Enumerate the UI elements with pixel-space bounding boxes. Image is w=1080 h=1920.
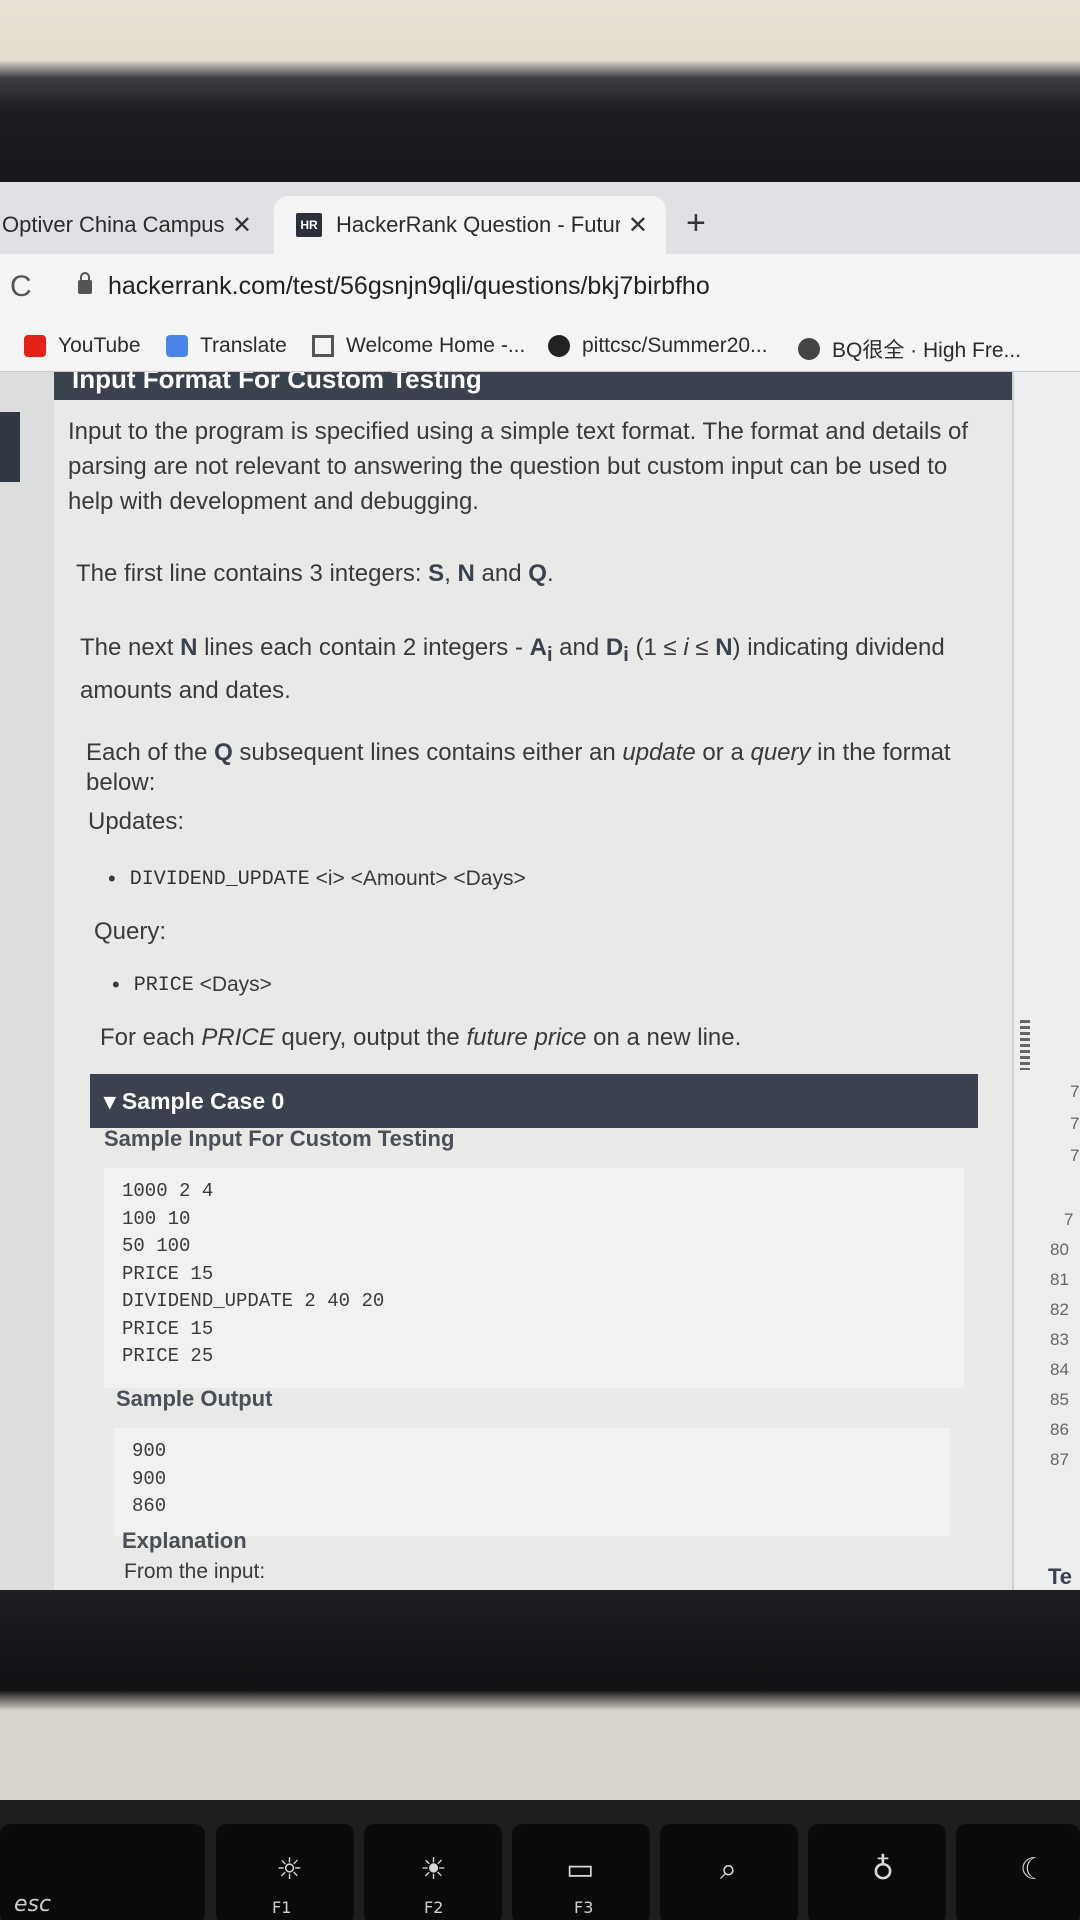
browser-tab-strip: Optiver China Campus O ✕ HR HackerRank Q… bbox=[0, 182, 1080, 254]
moon-icon: ☾ bbox=[1020, 1852, 1047, 1887]
next-lines-paragraph: The next N lines each contain 2 integers… bbox=[80, 634, 945, 704]
tab-optiver[interactable]: Optiver China Campus O ✕ bbox=[0, 196, 270, 254]
tab-label: Optiver China Campus O bbox=[2, 212, 224, 237]
line-number: 82 bbox=[1050, 1300, 1069, 1319]
f3-key-label: F3 bbox=[574, 1898, 594, 1917]
microphone-icon: ♁ bbox=[872, 1852, 894, 1887]
sample-output-title: Sample Output bbox=[116, 1386, 273, 1411]
bookmark-label: BQ很全 · High Fre... bbox=[832, 339, 1022, 362]
test-panel-label[interactable]: Te bbox=[1048, 1564, 1072, 1590]
f2-key-label: F2 bbox=[424, 1898, 444, 1917]
query-args: <Days> bbox=[199, 973, 272, 996]
code-line: PRICE 15 bbox=[122, 1262, 214, 1285]
new-tab-button[interactable]: + bbox=[686, 204, 706, 243]
bookmark-label: Welcome Home -... bbox=[346, 334, 526, 357]
monitor-top-bezel bbox=[0, 0, 1080, 182]
query-format-item: PRICE <Days> bbox=[112, 972, 272, 998]
input-format-section-header[interactable]: Input Format For Custom Testing bbox=[54, 372, 1016, 400]
left-panel-edge bbox=[0, 372, 54, 1590]
github-icon bbox=[548, 335, 570, 357]
explanation-title: Explanation bbox=[122, 1528, 247, 1553]
line-number: 7 bbox=[1070, 1114, 1080, 1133]
code-line: PRICE 25 bbox=[122, 1345, 214, 1367]
bookmark-welcome-home[interactable]: Welcome Home -... bbox=[312, 334, 525, 358]
brightness-down-icon: ☼ bbox=[276, 1852, 303, 1887]
laptop-body bbox=[0, 1710, 1080, 1800]
updates-label: Updates: bbox=[88, 808, 185, 835]
code-line: PRICE 15 bbox=[122, 1317, 214, 1340]
left-panel-tab[interactable] bbox=[0, 412, 20, 482]
f1-key-label: F1 bbox=[272, 1898, 292, 1917]
line-number: 7 bbox=[1070, 1146, 1080, 1165]
bookmark-label: Translate bbox=[200, 334, 287, 357]
bookmarks-bar: YouTube Translate Welcome Home -... pitt… bbox=[0, 326, 1080, 372]
globe-icon bbox=[798, 338, 820, 360]
line-number: 85 bbox=[1050, 1390, 1069, 1409]
line-number: 7 bbox=[1070, 1082, 1080, 1101]
output-instruction-paragraph: For each PRICE query, output the future … bbox=[100, 1024, 742, 1051]
translate-icon bbox=[166, 335, 188, 357]
bookmark-youtube[interactable]: YouTube bbox=[24, 334, 141, 358]
problem-content: Input Format For Custom Testing Input to… bbox=[0, 372, 1080, 1590]
esc-key-label: esc bbox=[14, 1892, 52, 1917]
f6-key[interactable] bbox=[956, 1824, 1080, 1920]
reload-icon[interactable]: C bbox=[10, 270, 32, 304]
line-number: 81 bbox=[1050, 1270, 1069, 1289]
sample-input-title: Sample Input For Custom Testing bbox=[104, 1126, 455, 1151]
query-label: Query: bbox=[94, 918, 167, 945]
youtube-icon bbox=[24, 335, 46, 357]
query-command: PRICE bbox=[133, 973, 194, 997]
tab-label: HackerRank Question - Future bbox=[336, 212, 620, 237]
code-line: 100 10 bbox=[122, 1207, 191, 1230]
code-line: 900 bbox=[132, 1440, 167, 1462]
brightness-up-icon: ☀ bbox=[420, 1852, 447, 1887]
bookmark-label: pittcsc/Summer20... bbox=[582, 334, 768, 357]
bookmark-bq[interactable]: BQ很全 · High Fre... bbox=[798, 334, 1021, 364]
line-number: 80 bbox=[1050, 1240, 1069, 1259]
close-icon[interactable]: ✕ bbox=[232, 211, 252, 240]
update-command: DIVIDEND_UPDATE bbox=[129, 867, 310, 891]
close-icon[interactable]: ✕ bbox=[628, 211, 648, 240]
address-bar: C hackerrank.com/test/56gsnjn9qli/questi… bbox=[0, 254, 1080, 326]
first-line-paragraph: The first line contains 3 integers: S, N… bbox=[76, 560, 554, 587]
code-line: 900 bbox=[132, 1467, 167, 1490]
update-args: <i> <Amount> <Days> bbox=[315, 867, 526, 890]
bookmark-pittcsc[interactable]: pittcsc/Summer20... bbox=[548, 334, 768, 358]
code-line: 1000 2 4 bbox=[122, 1180, 214, 1202]
section-title: Input Format For Custom Testing bbox=[72, 372, 482, 394]
url-field[interactable]: hackerrank.com/test/56gsnjn9qli/question… bbox=[108, 272, 710, 301]
search-icon: ⌕ bbox=[720, 1852, 737, 1887]
code-editor-panel-edge bbox=[1012, 372, 1080, 1590]
code-line: 860 bbox=[132, 1495, 167, 1517]
arrow-logo-icon bbox=[312, 335, 334, 357]
line-number: 84 bbox=[1050, 1360, 1069, 1379]
monitor-bottom-bezel bbox=[0, 1590, 1080, 1710]
bookmark-label: YouTube bbox=[58, 334, 141, 357]
input-format-paragraph: Input to the program is specified using … bbox=[68, 418, 969, 515]
keyboard-row: esc ☼ F1 ☀ F2 ▭ F3 ⌕ ♁ ☾ bbox=[0, 1800, 1080, 1920]
queries-paragraph: Each of the Q subsequent lines contains … bbox=[86, 739, 951, 796]
sample-case-0-header[interactable]: ▾ Sample Case 0 bbox=[90, 1074, 978, 1128]
line-number: 87 bbox=[1050, 1450, 1069, 1469]
line-number: 7 bbox=[1064, 1210, 1074, 1229]
bookmark-translate[interactable]: Translate bbox=[166, 334, 287, 358]
hackerrank-favicon-icon: HR bbox=[296, 213, 322, 237]
lock-icon[interactable] bbox=[78, 272, 92, 294]
explanation-text: From the input: bbox=[124, 1560, 266, 1583]
line-number: 86 bbox=[1050, 1420, 1069, 1439]
sample-output-block: 900 900 860 bbox=[114, 1428, 950, 1536]
code-line: 50 100 bbox=[122, 1235, 191, 1257]
line-number: 83 bbox=[1050, 1330, 1069, 1349]
tab-hackerrank[interactable]: HR HackerRank Question - Future ✕ bbox=[274, 196, 666, 254]
mission-control-icon: ▭ bbox=[566, 1852, 595, 1887]
update-format-item: DIVIDEND_UPDATE <i> <Amount> <Days> bbox=[108, 866, 526, 892]
panel-resize-handle[interactable] bbox=[1020, 1020, 1030, 1070]
code-line: DIVIDEND_UPDATE 2 40 20 bbox=[122, 1290, 385, 1312]
sample-input-block: 1000 2 4 100 10 50 100 PRICE 15 DIVIDEND… bbox=[104, 1168, 964, 1388]
